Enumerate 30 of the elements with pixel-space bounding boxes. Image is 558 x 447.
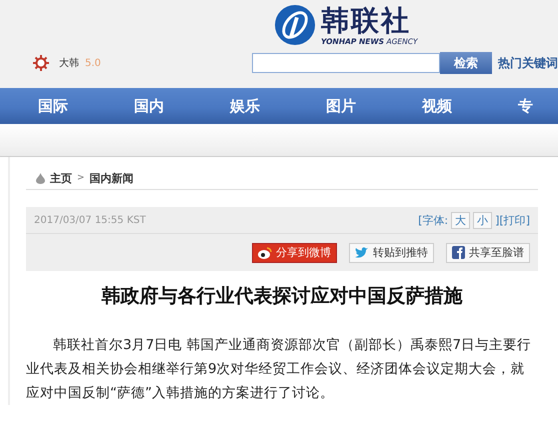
search-button[interactable]: 检索 [440, 52, 492, 74]
hot-keywords-link[interactable]: 热门关键词 [498, 54, 558, 72]
font-large-button[interactable]: 大 [451, 212, 470, 228]
print-link[interactable]: ][打印] [495, 212, 530, 228]
breadcrumb-link[interactable]: 主页 [50, 170, 72, 186]
nav-tab[interactable]: 视频 [422, 96, 462, 116]
version-label: 5.0 [85, 58, 101, 68]
date-text: 2017/03/07 15:55 KST [34, 214, 146, 226]
search-field[interactable] [252, 53, 440, 73]
facebook-share-button[interactable]: 共享至脸谱 [446, 242, 530, 262]
bird-icon [355, 246, 369, 258]
nav-tab[interactable]: 娱乐 [230, 96, 270, 116]
weibo-icon [258, 246, 272, 258]
nav-tab[interactable]: 国内 [134, 96, 174, 116]
font-small-button[interactable]: 小 [473, 212, 492, 228]
sun-icon [33, 55, 49, 71]
logo-icon [274, 4, 316, 46]
logo-name: 韩联社 [321, 4, 412, 36]
article-body: 韩联社首尔3月7日电 韩国产业通商资源部次官（副部长）禹泰熙7日与主要行业代表及相关协会相继举行第9次对华经贸工作会议、经济团体会议定期大会，就应对中国反制“萨德”入韩措施的方案进行了讨论。 [26, 336, 532, 403]
breadcrumb-separator: > [77, 173, 85, 183]
article-title: 韩政府与各行业代表探讨应对中国反萨措施 [100, 284, 464, 309]
site-label: 大韩 [59, 56, 79, 70]
facebook-icon [452, 246, 465, 259]
nav-tab[interactable]: 专 [518, 96, 558, 116]
nav-tab[interactable]: 国际 [38, 96, 78, 116]
twitter-share-button[interactable]: 转贴到推特 [349, 242, 434, 262]
breadcrumb-link[interactable]: 国内新闻 [90, 170, 134, 186]
weibo-share-button[interactable]: 分享到微博 [252, 242, 337, 262]
nav-tab[interactable]: 图片 [326, 96, 366, 116]
font-label: [字体: [418, 212, 448, 228]
